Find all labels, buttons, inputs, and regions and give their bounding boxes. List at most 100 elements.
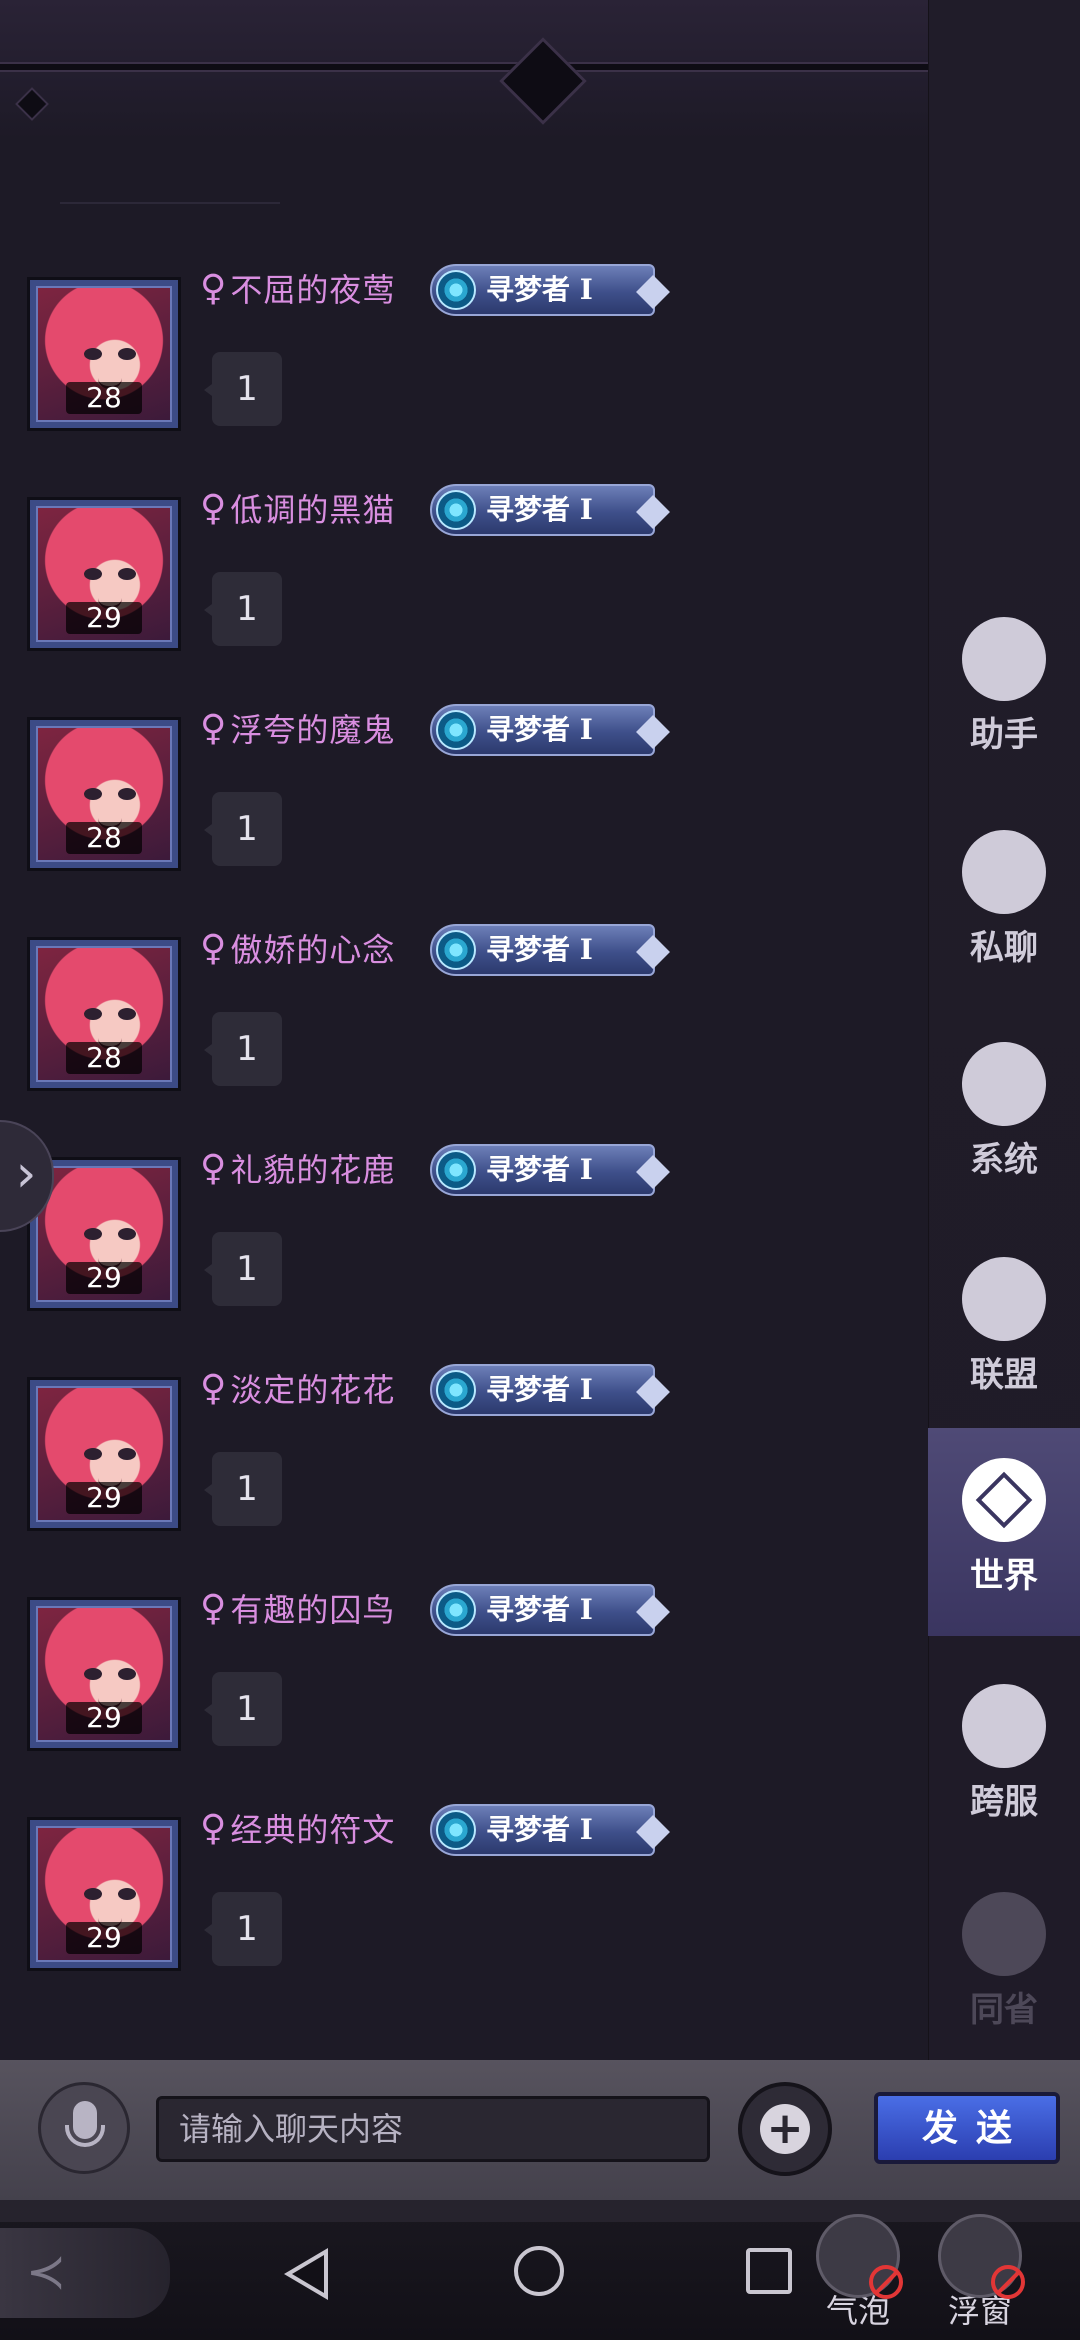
rank-title-badge: 寻梦者 I <box>430 1804 670 1856</box>
channel-tab-private[interactable]: 私聊 <box>928 818 1080 1008</box>
level-badge: 29 <box>66 1262 142 1294</box>
avatar[interactable]: 28 <box>27 937 181 1091</box>
sender-name[interactable]: 不屈的夜莺 <box>230 265 395 311</box>
wing-icon <box>636 495 670 529</box>
disabled-icon <box>869 2265 903 2299</box>
sender-name[interactable]: 傲娇的心念 <box>230 925 395 971</box>
channel-tab-system[interactable]: 系统 <box>928 1030 1080 1220</box>
channel-label: 跨服 <box>970 1782 1038 1822</box>
send-button[interactable]: 发送 <box>874 2092 1060 2164</box>
chat-message: 28 ♀ 傲娇的心念 寻梦者 I 1 <box>0 924 928 1140</box>
female-icon: ♀ <box>200 707 227 749</box>
sender-info: ♀ 傲娇的心念 <box>200 924 395 972</box>
wing-icon <box>636 715 670 749</box>
nav-recent-apps-button[interactable] <box>746 2248 792 2294</box>
banner-icon <box>962 1257 1046 1341</box>
bubble-toggle[interactable]: 气泡 <box>808 2214 908 2334</box>
game-logo-button[interactable]: ≺ <box>0 2228 170 2318</box>
system-navigation-bar: ≺ 气泡 浮窗 <box>0 2200 1080 2340</box>
wing-icon <box>636 1375 670 1409</box>
channel-tab-helper[interactable]: 助手 <box>928 605 1080 795</box>
wing-icon <box>636 275 670 309</box>
rank-title-badge: 寻梦者 I <box>430 1364 670 1416</box>
level-badge: 29 <box>66 602 142 634</box>
rank-title: 寻梦者 I <box>486 1593 593 1626</box>
more-options-button[interactable]: + <box>738 2082 832 2176</box>
message-bubble[interactable]: 1 <box>204 1892 282 1966</box>
compass-icon <box>962 1458 1046 1542</box>
swirl-icon <box>436 1590 476 1630</box>
swirl-icon <box>436 930 476 970</box>
helper-icon <box>962 617 1046 701</box>
frame-center-ornament <box>499 37 587 125</box>
message-bubble[interactable]: 1 <box>204 572 282 646</box>
rank-title-badge: 寻梦者 I <box>430 264 670 316</box>
message-bubble[interactable]: 1 <box>204 1672 282 1746</box>
chat-input-bar: + 发送 <box>0 2060 1080 2200</box>
planet-icon <box>962 1684 1046 1768</box>
channel-label: 助手 <box>970 715 1038 755</box>
sender-name[interactable]: 低调的黑猫 <box>230 485 395 531</box>
nav-back-button[interactable] <box>284 2248 328 2300</box>
location-pin-icon <box>944 1874 1064 1994</box>
female-icon: ♀ <box>200 1807 227 1849</box>
avatar[interactable]: 29 <box>27 497 181 651</box>
channel-label: 私聊 <box>970 928 1038 968</box>
sender-info: ♀ 低调的黑猫 <box>200 484 395 532</box>
rank-title-badge: 寻梦者 I <box>430 1584 670 1636</box>
message-bubble[interactable]: 1 <box>204 792 282 866</box>
plus-icon: + <box>760 2104 810 2154</box>
female-icon: ♀ <box>200 487 227 529</box>
rank-title-badge: 寻梦者 I <box>430 704 670 756</box>
swirl-icon <box>436 710 476 750</box>
message-bubble[interactable]: 1 <box>204 1452 282 1526</box>
female-icon: ♀ <box>200 267 227 309</box>
rank-title: 寻梦者 I <box>486 493 593 526</box>
message-bubble[interactable]: 1 <box>204 352 282 426</box>
bubble-icon <box>816 2214 903 2299</box>
channel-label: 系统 <box>970 1140 1038 1180</box>
float-window-icon <box>938 2214 1025 2299</box>
sender-name[interactable]: 礼貌的花鹿 <box>230 1145 395 1191</box>
chat-message: 28 ♀ 不屈的夜莺 寻梦者 I 1 <box>0 264 928 480</box>
rank-title-badge: 寻梦者 I <box>430 924 670 976</box>
chat-input-field[interactable] <box>156 2096 710 2162</box>
sender-name[interactable]: 浮夸的魔鬼 <box>230 705 395 751</box>
female-icon: ♀ <box>200 1367 227 1409</box>
sender-name[interactable]: 淡定的花花 <box>230 1365 395 1411</box>
channel-tab-alliance[interactable]: 联盟 <box>928 1245 1080 1435</box>
sender-info: ♀ 淡定的花花 <box>200 1364 395 1412</box>
sender-name[interactable]: 有趣的囚鸟 <box>230 1585 395 1631</box>
wing-icon <box>636 1595 670 1629</box>
sender-info: ♀ 不屈的夜莺 <box>200 264 395 312</box>
avatar[interactable]: 29 <box>27 1817 181 1971</box>
channel-tab-province[interactable]: 同省 <box>928 1874 1080 2070</box>
private-chat-icon <box>962 830 1046 914</box>
female-icon: ♀ <box>200 1587 227 1629</box>
wing-logo-icon: ≺ <box>26 2244 67 2300</box>
rank-title-badge: 寻梦者 I <box>430 484 670 536</box>
sender-name[interactable]: 经典的符文 <box>230 1805 395 1851</box>
swirl-icon <box>436 1150 476 1190</box>
message-divider <box>60 202 280 204</box>
avatar[interactable]: 29 <box>27 1597 181 1751</box>
voice-input-button[interactable] <box>38 2082 130 2174</box>
level-badge: 28 <box>66 822 142 854</box>
wing-icon <box>636 1155 670 1189</box>
message-bubble[interactable]: 1 <box>204 1012 282 1086</box>
message-bubble[interactable]: 1 <box>204 1232 282 1306</box>
nav-home-button[interactable] <box>514 2246 564 2296</box>
rank-title-badge: 寻梦者 I <box>430 1144 670 1196</box>
swirl-icon <box>436 490 476 530</box>
avatar[interactable]: 29 <box>27 1377 181 1531</box>
rank-title: 寻梦者 I <box>486 1813 593 1846</box>
channel-tab-world[interactable]: 世界 <box>928 1428 1080 1636</box>
chat-message-list[interactable]: 28 ♀ 不屈的夜莺 寻梦者 I 1 29 ♀ 低调的黑猫 寻梦者 I 1 28… <box>0 140 928 2060</box>
avatar[interactable]: 28 <box>27 717 181 871</box>
channel-tab-cross-server[interactable]: 跨服 <box>928 1672 1080 1862</box>
swirl-icon <box>436 1810 476 1850</box>
float-window-toggle[interactable]: 浮窗 <box>930 2214 1030 2334</box>
rank-title: 寻梦者 I <box>486 933 593 966</box>
disabled-icon <box>991 2265 1025 2299</box>
avatar[interactable]: 28 <box>27 277 181 431</box>
